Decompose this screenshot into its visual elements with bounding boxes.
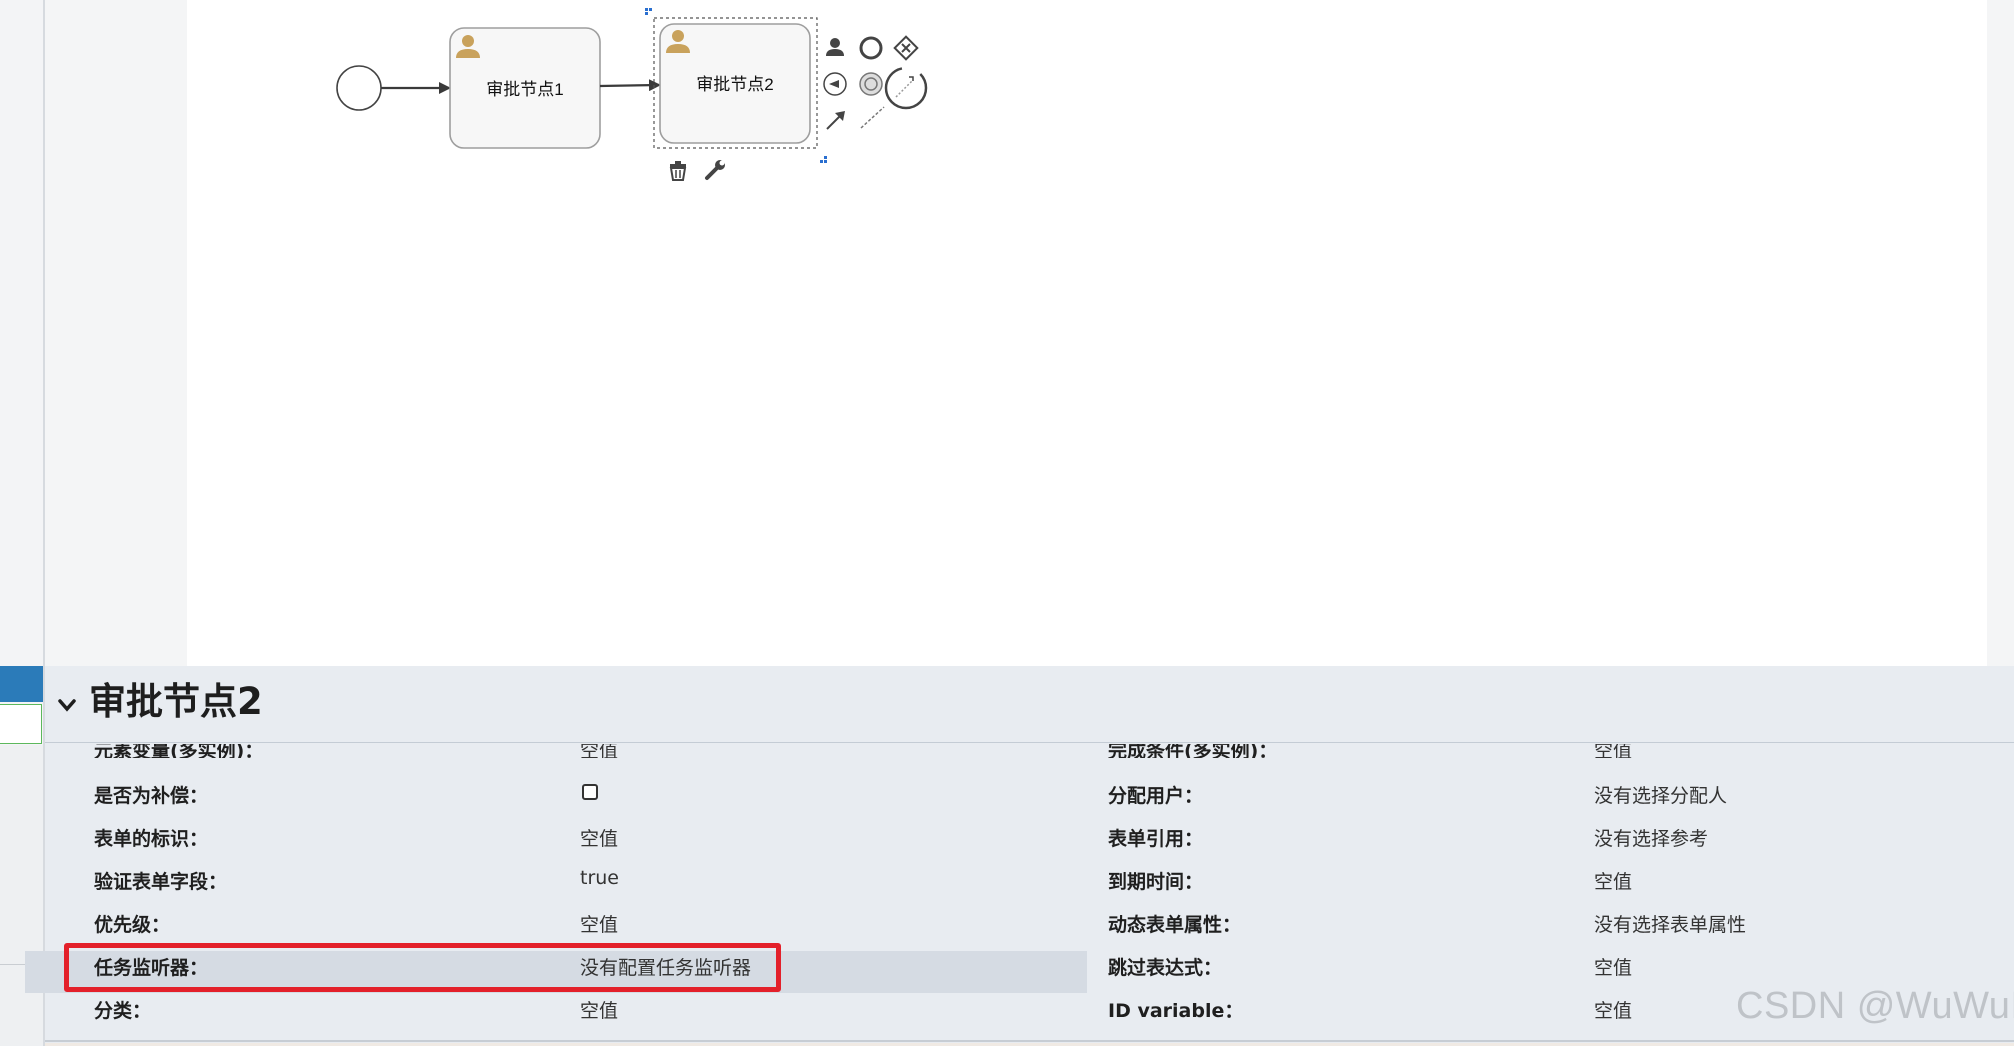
property-label: 是否为补偿： bbox=[94, 785, 209, 807]
bpmn-diagram[interactable]: 审批节点1 审批节点2 bbox=[0, 0, 2014, 666]
property-label: 分类： bbox=[94, 1000, 152, 1022]
watermark: CSDN @WuWuII bbox=[1736, 985, 2014, 1027]
start-event[interactable] bbox=[336, 65, 382, 111]
property-value[interactable]: 空值 bbox=[580, 910, 618, 937]
property-label: 验证表单字段： bbox=[94, 871, 228, 893]
properties-header[interactable]: 审批节点2 bbox=[45, 666, 2014, 743]
sequence-flow-2[interactable] bbox=[599, 79, 661, 92]
property-label: 动态表单属性： bbox=[1108, 914, 1242, 936]
resize-handle-top[interactable] bbox=[645, 8, 652, 15]
user-task-1[interactable]: 审批节点1 bbox=[449, 27, 601, 149]
add-user-task-icon[interactable] bbox=[826, 38, 844, 56]
user-task-2[interactable]: 审批节点2 bbox=[659, 23, 811, 144]
change-type-icon[interactable] bbox=[884, 66, 928, 110]
property-value[interactable]: 没有选择参考 bbox=[1594, 824, 1708, 851]
wrench-icon[interactable] bbox=[705, 160, 725, 180]
property-label: 表单的标识： bbox=[94, 828, 209, 850]
connection-arrow-icon[interactable] bbox=[826, 111, 845, 130]
property-value[interactable]: 空值 bbox=[580, 824, 618, 851]
property-value[interactable]: 空值 bbox=[580, 996, 618, 1023]
property-value[interactable]: true bbox=[580, 867, 619, 889]
delete-icon[interactable] bbox=[669, 161, 687, 181]
compensation-checkbox[interactable] bbox=[582, 784, 598, 800]
property-label: 优先级： bbox=[94, 914, 171, 936]
add-gateway-icon[interactable] bbox=[893, 35, 919, 61]
property-value[interactable]: 没有选择分配人 bbox=[1594, 781, 1727, 808]
property-label: 分配用户： bbox=[1108, 785, 1204, 807]
property-label: ID variable： bbox=[1108, 1000, 1244, 1022]
task-1-label: 审批节点1 bbox=[486, 80, 563, 99]
property-value[interactable]: 空值 bbox=[1594, 867, 1632, 894]
left-tab-selected[interactable] bbox=[0, 666, 43, 702]
resize-handle-bottom[interactable] bbox=[820, 156, 827, 163]
add-end-event-icon[interactable] bbox=[859, 36, 883, 60]
association-icon[interactable] bbox=[860, 106, 885, 129]
add-intermediate-event-icon[interactable] bbox=[823, 72, 847, 96]
property-value[interactable]: 空值 bbox=[1594, 953, 1632, 980]
annotation-highlight-box bbox=[64, 943, 781, 992]
left-tab-item[interactable] bbox=[0, 704, 42, 744]
divider bbox=[45, 1040, 2014, 1042]
property-value[interactable]: 空值 bbox=[1594, 996, 1632, 1023]
add-boundary-event-icon[interactable] bbox=[859, 72, 883, 96]
left-sidebar-lower bbox=[0, 745, 43, 1046]
panel-title: 审批节点2 bbox=[89, 680, 263, 723]
property-label: 表单引用： bbox=[1108, 828, 1204, 850]
property-label: 到期时间： bbox=[1108, 871, 1204, 893]
property-label: 跳过表达式： bbox=[1108, 957, 1223, 979]
property-value[interactable]: 没有选择表单属性 bbox=[1594, 910, 1746, 937]
chevron-down-icon[interactable] bbox=[56, 694, 78, 716]
task-2-label: 审批节点2 bbox=[696, 75, 773, 94]
